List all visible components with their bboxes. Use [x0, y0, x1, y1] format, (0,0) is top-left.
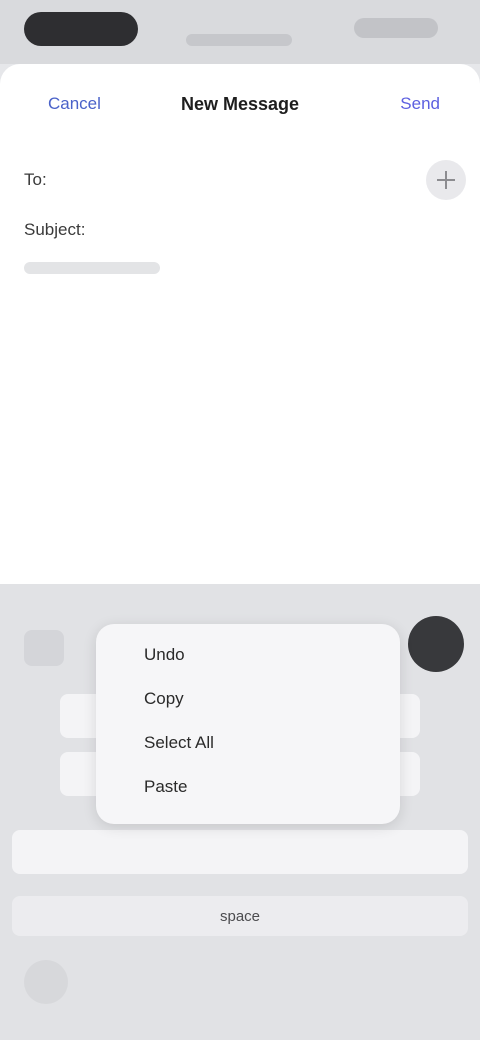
- add-contact-icon[interactable]: [426, 160, 466, 200]
- key-row[interactable]: [12, 830, 468, 874]
- space-key[interactable]: space: [0, 908, 480, 925]
- menu-item-label: Copy: [144, 689, 184, 708]
- keyboard-left-key[interactable]: [24, 630, 64, 666]
- emoji-icon[interactable]: [24, 960, 68, 1004]
- menu-item-undo[interactable]: Undo: [96, 632, 400, 676]
- status-icons: [354, 18, 438, 38]
- menu-item-label: Paste: [144, 777, 188, 796]
- send-button[interactable]: Send: [400, 94, 440, 114]
- menu-item-select-all[interactable]: Select All: [96, 720, 400, 764]
- dynamic-island: [24, 12, 138, 46]
- subject-field[interactable]: Subject:: [24, 220, 85, 240]
- message-body[interactable]: [24, 262, 160, 274]
- compose-sheet: Cancel New Message Send To: Subject:: [0, 64, 480, 584]
- menu-item-label: Select All: [144, 733, 214, 752]
- menu-item-label: Undo: [144, 645, 185, 664]
- menu-item-copy[interactable]: Copy: [96, 676, 400, 720]
- edit-menu: Undo Copy Select All Paste: [96, 624, 400, 824]
- nav-bar: Cancel New Message Send: [0, 64, 480, 148]
- to-field[interactable]: To:: [0, 148, 480, 212]
- status-indicator: [186, 34, 292, 46]
- menu-item-paste[interactable]: Paste: [96, 764, 400, 808]
- status-bar: [0, 0, 480, 64]
- to-label: To:: [24, 170, 47, 189]
- microphone-icon[interactable]: [408, 616, 464, 672]
